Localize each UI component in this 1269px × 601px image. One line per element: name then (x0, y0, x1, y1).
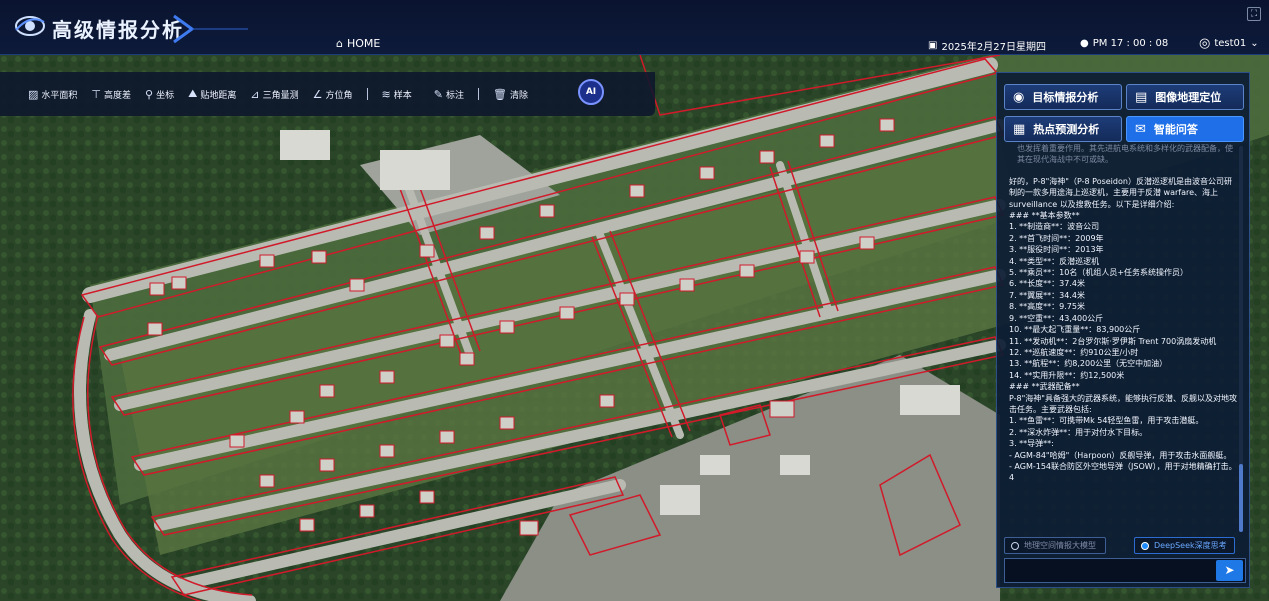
model-option-geo[interactable]: 地理空间情报大模型 (1004, 537, 1106, 554)
question-input[interactable] (1004, 558, 1246, 583)
time-text: PM 17 : 00 : 08 (1092, 38, 1169, 49)
username: test01 (1214, 38, 1247, 49)
user-avatar-icon: ◎ (1199, 36, 1211, 51)
chat-scrollbar[interactable] (1239, 146, 1243, 532)
radio-selected-icon (1141, 541, 1149, 550)
answer-line: P-8"海神"具备强大的武器系统，能够执行反潜、反舰以及对地攻击任务。主要武器包… (1009, 393, 1237, 414)
tool-triangle-measure[interactable]: ⊿ 三角量测 (250, 88, 298, 101)
measure-toolbar: ▨ 水平面积 ⊤ 高度差 ⚲ 坐标 ⛰ 贴地距离 ⊿ 三角量测 ∠ 方位角 ≋ 样本 ✎ 标注 … (0, 72, 655, 116)
answer-line: 9. **空重**：43,400公斤 (1009, 313, 1104, 323)
answer-line: 2. **首飞时间**：2009年 (1009, 233, 1104, 243)
answer-line: - AGM-84"哈姆"（Harpoon）反舰导弹，用于攻击水面舰艇。 (1009, 450, 1232, 460)
image-geolocation-button[interactable]: ▤ 图像地理定位 (1126, 84, 1244, 110)
tool-coordinate[interactable]: ⚲ 坐标 (145, 88, 174, 101)
home-link[interactable]: ⌂ HOME (336, 37, 380, 50)
answer-message: 好的，P-8"海神"（P-8 Poseidon）反潜巡逻机是由波音公司研制的一款… (1009, 176, 1237, 484)
answer-line: ### **武器配备** (1009, 382, 1080, 392)
chat-icon: ✉ (1135, 121, 1146, 137)
answer-line: 14. **实用升限**：约12,500米 (1009, 370, 1125, 380)
answer-line: 2. **深水炸弹**：用于对付水下目标。 (1009, 427, 1148, 437)
scrollbar-thumb[interactable] (1239, 464, 1243, 532)
tool-ground-distance[interactable]: ⛰ 贴地距离 (188, 87, 236, 101)
answer-line: 3. **服役时间**：2013年 (1009, 245, 1104, 255)
send-icon: ➤ (1224, 563, 1235, 577)
tool-horizontal-area[interactable]: ▨ 水平面积 (28, 88, 77, 101)
target-icon: ◉ (1013, 89, 1025, 105)
home-label: HOME (346, 37, 381, 50)
user-menu[interactable]: ◎ test01 ⌄ (1199, 36, 1259, 51)
answer-line: 1. **制造商**：波音公司 (1009, 222, 1100, 232)
answer-line: ### **基本参数** (1009, 211, 1080, 221)
answer-line: 10. **最大起飞重量**：83,900公斤 (1009, 325, 1141, 335)
target-intel-button[interactable]: ◉ 目标情报分析 (1004, 84, 1122, 110)
map-icon: ▤ (1135, 89, 1148, 105)
pin-icon: ⚲ (145, 87, 154, 101)
tool-sample[interactable]: ≋ 样本 (382, 88, 412, 101)
layers-icon: ≋ (381, 87, 391, 101)
answer-line: 4 (1009, 473, 1015, 483)
top-header: 高级情报分析 ⌂ HOME ▣ 2025年2月27日星期四 ● PM 17 : … (0, 0, 1269, 55)
time-display: ● PM 17 : 00 : 08 (1080, 38, 1168, 49)
tool-height-difference[interactable]: ⊤ 高度差 (91, 88, 131, 101)
chat-transcript: 也发挥着重要作用。其先进航电系统和多样化的武器配备，使其在现代海战中不可或缺。 … (1009, 143, 1237, 531)
model-option-deepseek[interactable]: DeepSeek深度思考 (1134, 537, 1235, 554)
hotspot-prediction-button[interactable]: ▦ 热点预测分析 (1004, 116, 1122, 142)
tool-annotate[interactable]: ✎ 标注 (434, 88, 464, 101)
answer-line: 3. **导弹**: (1009, 439, 1054, 449)
smart-qa-button[interactable]: ✉ 智能问答 (1126, 116, 1244, 142)
home-icon: ⌂ (336, 37, 343, 50)
answer-line: 8. **高度**：9.75米 (1009, 302, 1085, 312)
answer-line: 1. **鱼雷**：可携带Mk 54轻型鱼雷，用于攻击潜艇。 (1009, 416, 1204, 426)
date-display: ▣ 2025年2月27日星期四 (928, 38, 1046, 53)
area-icon: ▨ (28, 87, 39, 101)
answer-line: 好的，P-8"海神"（P-8 Poseidon）反潜巡逻机是由波音公司研制的一款… (1009, 176, 1232, 209)
report-icon: ▦ (1013, 121, 1026, 137)
height-icon: ⊤ (91, 87, 102, 101)
answer-line: 12. **巡航速度**：约910公里/小时 (1009, 347, 1139, 357)
app-logo-icon (15, 16, 45, 36)
tool-clear[interactable]: 🗑 清除 (493, 88, 528, 101)
answer-line: - AGM-154联合防区外空地导弹（JSOW），用于对地精确打击。 (1009, 461, 1237, 471)
radio-icon (1011, 541, 1019, 550)
clock-icon: ● (1080, 38, 1089, 49)
tool-azimuth[interactable]: ∠ 方位角 (313, 88, 353, 101)
toolbar-divider (477, 88, 479, 100)
angle-icon: ∠ (312, 87, 323, 101)
fullscreen-icon[interactable]: ⛶ (1247, 7, 1261, 21)
calendar-icon: ▣ (928, 40, 938, 51)
header-arrow-decoration (173, 14, 248, 44)
answer-line: 5. **乘员**：10名（机组人员+任务系统操作员） (1009, 268, 1189, 278)
answer-line: 6. **长度**：37.4米 (1009, 279, 1085, 289)
pen-icon: ✎ (433, 87, 443, 101)
app-title: 高级情报分析 (52, 18, 184, 42)
toolbar-divider (366, 88, 368, 100)
chevron-down-icon: ⌄ (1250, 38, 1259, 49)
trash-icon: 🗑 (492, 87, 507, 101)
ground-distance-icon: ⛰ (188, 87, 198, 100)
send-button[interactable]: ➤ (1216, 560, 1243, 581)
previous-message: 也发挥着重要作用。其先进航电系统和多样化的武器配备，使其在现代海战中不可或缺。 (1017, 144, 1233, 165)
answer-line: 7. **翼展**：34.4米 (1009, 290, 1085, 300)
triangle-icon: ⊿ (250, 87, 260, 101)
ai-button[interactable]: AI (578, 79, 604, 105)
answer-line: 4. **类型**：反潜巡逻机 (1009, 256, 1100, 266)
date-text: 2025年2月27日星期四 (941, 42, 1046, 53)
answer-line: 11. **发动机**：2台罗尔斯·罗伊斯 Trent 700涡扇发动机 (1009, 336, 1217, 346)
answer-line: 13. **航程**：约8,200公里（无空中加油） (1009, 359, 1168, 369)
